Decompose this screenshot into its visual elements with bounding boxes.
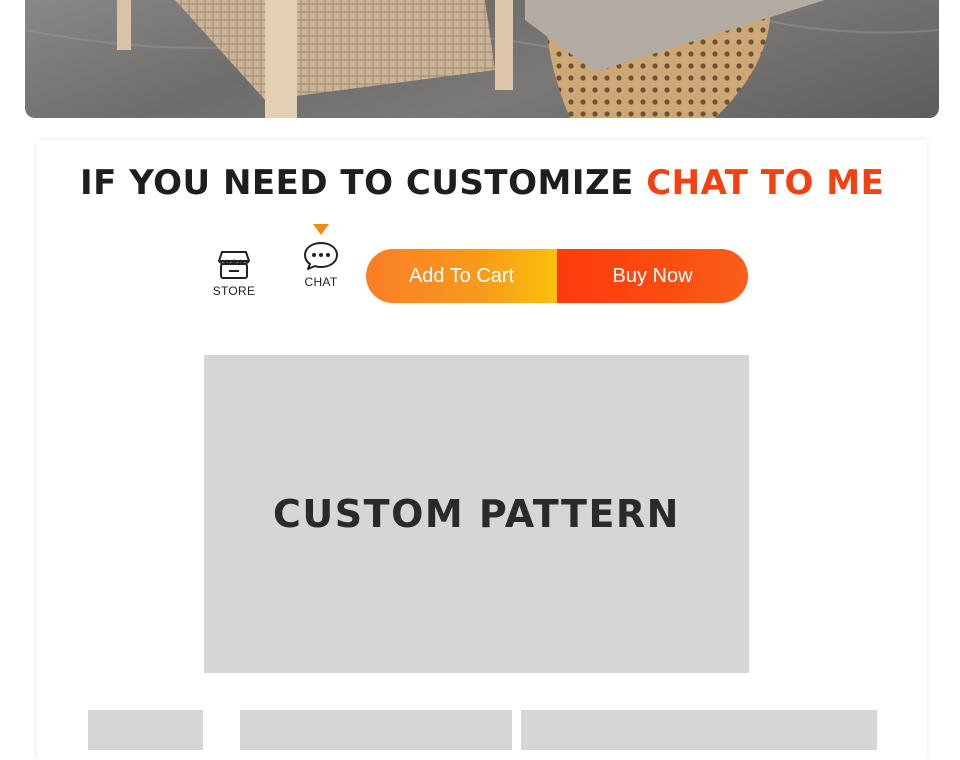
product-photo-banner: [25, 0, 939, 118]
purchase-button-group: Add To Cart Buy Now: [366, 249, 748, 303]
headline-main: IF YOU NEED TO CUSTOMIZE: [80, 163, 634, 203]
custom-pattern-image: CUSTOM PATTERN: [204, 355, 749, 673]
custom-pattern-label: CUSTOM PATTERN: [273, 492, 680, 536]
store-label: STORE: [212, 284, 256, 298]
buy-now-button[interactable]: Buy Now: [557, 249, 748, 303]
pattern-thumbnail: [240, 710, 512, 750]
pattern-thumbnail: [521, 710, 877, 750]
headline-accent: CHAT TO ME: [646, 163, 885, 203]
chat-bubble-icon: [291, 241, 351, 271]
pointer-arrow-icon: [313, 224, 329, 235]
store-icon: [204, 250, 264, 280]
store-link[interactable]: STORE: [204, 250, 264, 298]
chat-link[interactable]: CHAT: [291, 224, 351, 289]
pattern-thumbnail: [88, 710, 203, 750]
customize-headline: IF YOU NEED TO CUSTOMIZE CHAT TO ME: [80, 163, 910, 203]
add-to-cart-button[interactable]: Add To Cart: [366, 249, 557, 303]
chat-label: CHAT: [304, 275, 338, 289]
